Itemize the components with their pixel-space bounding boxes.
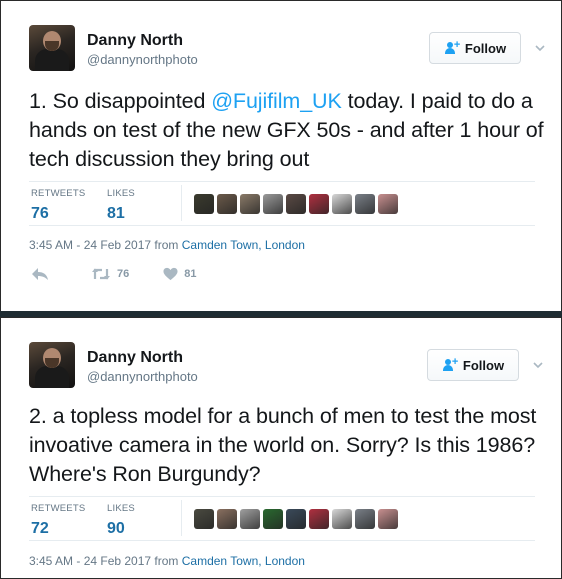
retweet-count: 76 xyxy=(117,268,130,280)
author-name[interactable]: Danny North xyxy=(87,349,183,367)
divider xyxy=(29,540,535,541)
liker-avatar[interactable] xyxy=(217,509,237,529)
tweet-actions: 76 81 xyxy=(31,267,197,281)
liker-avatar[interactable] xyxy=(332,194,352,214)
chevron-down-icon[interactable] xyxy=(533,41,547,55)
location-link[interactable]: Camden Town, London xyxy=(182,238,305,252)
retweets-stat[interactable]: RETWEETS 72 xyxy=(31,503,85,538)
liker-avatar[interactable] xyxy=(309,194,329,214)
author-handle[interactable]: @dannynorthphoto xyxy=(87,369,198,384)
liker-avatar[interactable] xyxy=(194,194,214,214)
chevron-down-icon[interactable] xyxy=(531,358,545,372)
liker-avatars xyxy=(194,194,398,214)
tweet-card-1: Danny North @dannynorthphoto + Follow 1.… xyxy=(0,0,562,312)
liker-avatar[interactable] xyxy=(217,194,237,214)
liker-avatar[interactable] xyxy=(286,194,306,214)
tweet-timestamp: 3:45 AM - 24 Feb 2017 from Camden Town, … xyxy=(29,238,305,252)
likes-stat[interactable]: LIKES 90 xyxy=(107,503,135,538)
liker-avatar[interactable] xyxy=(378,509,398,529)
retweet-button[interactable]: 76 xyxy=(91,267,129,281)
avatar[interactable] xyxy=(29,25,75,71)
liker-avatar[interactable] xyxy=(240,509,260,529)
divider xyxy=(181,185,182,221)
likes-label: LIKES xyxy=(107,503,135,514)
liker-avatar[interactable] xyxy=(263,509,283,529)
tweet-text: 2. a topless model for a bunch of men to… xyxy=(29,404,537,486)
divider xyxy=(181,500,182,536)
liker-avatar[interactable] xyxy=(194,509,214,529)
liker-avatar[interactable] xyxy=(309,509,329,529)
follow-button[interactable]: + Follow xyxy=(427,349,519,381)
liker-avatar[interactable] xyxy=(286,509,306,529)
likes-stat[interactable]: LIKES 81 xyxy=(107,188,135,223)
retweets-count: 76 xyxy=(31,205,49,222)
add-user-icon: + xyxy=(442,356,458,371)
avatar[interactable] xyxy=(29,342,75,388)
tweet-timestamp: 3:45 AM - 24 Feb 2017 from Camden Town, … xyxy=(29,554,305,568)
liker-avatar[interactable] xyxy=(332,509,352,529)
liker-avatar[interactable] xyxy=(263,194,283,214)
retweets-label: RETWEETS xyxy=(31,503,86,514)
location-link[interactable]: Camden Town, London xyxy=(182,554,305,568)
tweet-card-2: Danny North @dannynorthphoto + Follow 2.… xyxy=(0,317,562,579)
like-count: 81 xyxy=(184,268,197,280)
tweet-text-part: 1. So disappointed xyxy=(29,89,212,113)
likes-count: 90 xyxy=(107,520,125,537)
like-button[interactable]: 81 xyxy=(163,267,197,281)
mention-link[interactable]: @Fujifilm_UK xyxy=(211,89,342,113)
reply-button[interactable] xyxy=(31,267,49,281)
liker-avatar[interactable] xyxy=(355,509,375,529)
follow-label: Follow xyxy=(462,357,505,373)
retweets-stat[interactable]: RETWEETS 76 xyxy=(31,188,85,223)
heart-icon xyxy=(163,267,178,281)
divider xyxy=(29,496,535,497)
retweet-icon xyxy=(92,268,110,280)
liker-avatar[interactable] xyxy=(355,194,375,214)
retweets-count: 72 xyxy=(31,520,49,537)
liker-avatar[interactable] xyxy=(240,194,260,214)
tweet-text: 1. So disappointed @Fujifilm_UK today. I… xyxy=(29,87,549,174)
timestamp-text: 3:45 AM - 24 Feb 2017 from xyxy=(29,554,182,568)
add-user-icon: + xyxy=(444,39,460,54)
likes-label: LIKES xyxy=(107,188,135,199)
divider xyxy=(29,225,535,226)
timestamp-text: 3:45 AM - 24 Feb 2017 from xyxy=(29,238,182,252)
follow-button[interactable]: + Follow xyxy=(429,32,521,64)
likes-count: 81 xyxy=(107,205,125,222)
author-handle[interactable]: @dannynorthphoto xyxy=(87,52,198,67)
follow-label: Follow xyxy=(464,40,507,56)
liker-avatar[interactable] xyxy=(378,194,398,214)
reply-icon xyxy=(32,268,48,280)
liker-avatars xyxy=(194,509,398,529)
author-name[interactable]: Danny North xyxy=(87,32,183,50)
retweets-label: RETWEETS xyxy=(31,188,86,199)
divider xyxy=(29,181,535,182)
